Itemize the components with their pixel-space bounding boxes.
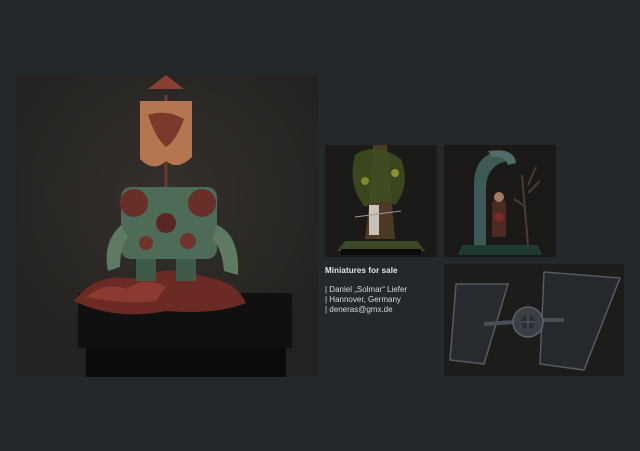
main-miniature-image [16, 75, 318, 377]
arch-figure-image [444, 145, 556, 257]
starfighter-thumbnail[interactable] [444, 264, 624, 376]
contact-info: Miniatures for sale | Daniel „Solmar“ Li… [325, 266, 407, 315]
contact-location: | Hannover, Germany [325, 295, 401, 304]
contact-name: | Daniel „Solmar“ Liefer [325, 285, 408, 294]
starfighter-image [444, 264, 624, 376]
main-miniature-photo[interactable] [16, 75, 318, 377]
contact-email[interactable]: | deneras@gmx.de [325, 305, 407, 315]
arch-figure-thumbnail[interactable] [444, 145, 556, 257]
tree-diorama-image [325, 145, 437, 257]
info-title: Miniatures for sale [325, 266, 398, 275]
tree-diorama-thumbnail[interactable] [325, 145, 437, 257]
